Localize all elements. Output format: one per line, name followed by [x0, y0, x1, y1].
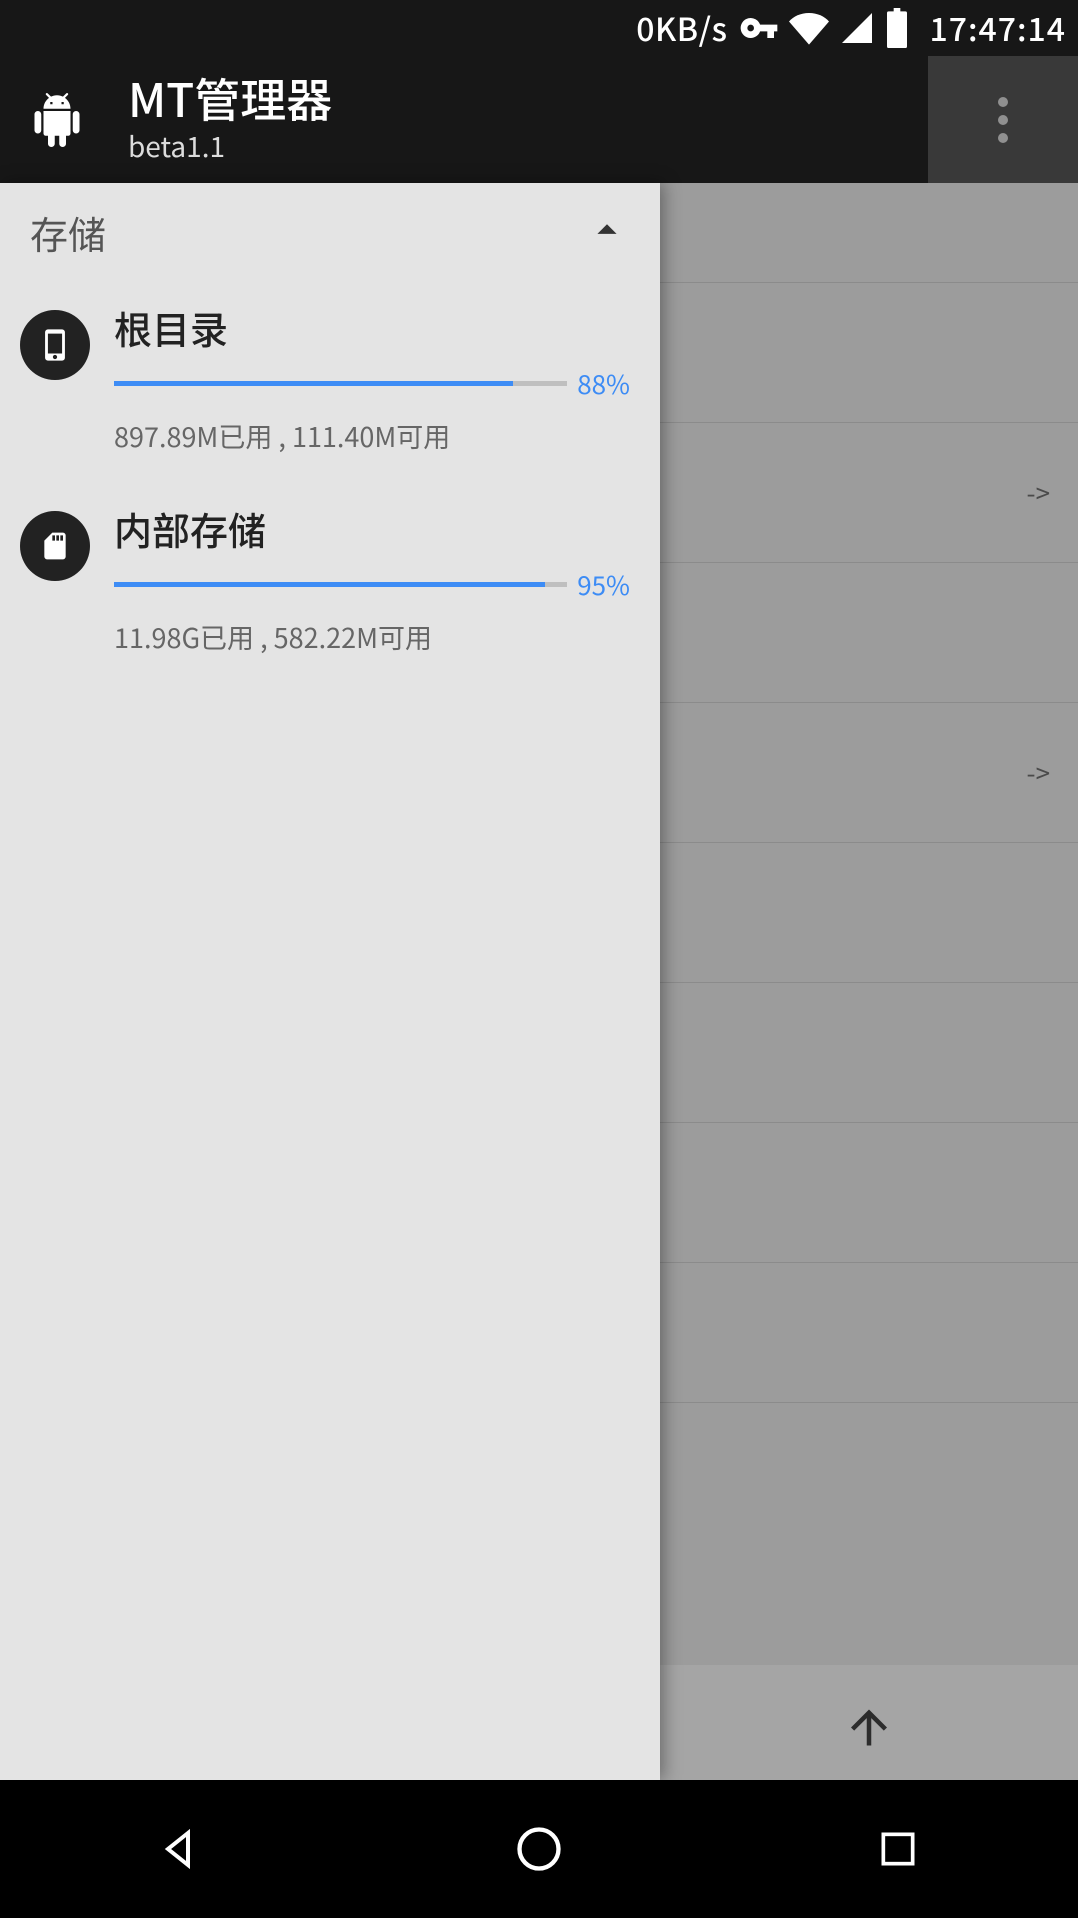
- overflow-menu-button[interactable]: [928, 56, 1078, 183]
- clock: 17:47:14: [929, 5, 1066, 51]
- recent-apps-button[interactable]: [808, 1780, 988, 1918]
- app-subtitle: beta1.1: [128, 126, 1010, 166]
- android-icon: [30, 93, 84, 147]
- wifi-icon: [789, 8, 829, 48]
- storage-percent: 95%: [577, 566, 630, 603]
- list-row: ->: [660, 703, 1078, 843]
- list-row: [660, 563, 1078, 703]
- storage-detail: 11.98G已用 , 582.22M可用: [114, 617, 630, 656]
- list-row: [660, 983, 1078, 1123]
- list-row: [660, 1263, 1078, 1403]
- status-icons: [739, 8, 909, 48]
- list-row: [660, 183, 1078, 283]
- home-button[interactable]: [449, 1780, 629, 1918]
- symlink-arrow: ->: [1027, 754, 1050, 791]
- square-icon: [876, 1827, 920, 1871]
- storage-section-label: 存储: [30, 205, 106, 260]
- storage-name: 根目录: [114, 300, 630, 355]
- storage-percent: 88%: [577, 365, 630, 402]
- cell-signal-icon: [839, 10, 875, 46]
- app-bar: MT管理器 beta1.1: [0, 56, 1078, 183]
- symlink-arrow: ->: [1027, 474, 1050, 511]
- storage-item-root[interactable]: 根目录 88% 897.89M已用 , 111.40M可用: [0, 282, 660, 483]
- phone-icon: [20, 310, 90, 380]
- scroll-up-button[interactable]: [660, 1665, 1078, 1780]
- vpn-key-icon: [739, 8, 779, 48]
- network-speed: 0KB/s: [636, 5, 727, 51]
- storage-name: 内部存储: [114, 501, 630, 556]
- app-title: MT管理器: [128, 73, 1010, 124]
- list-row: [660, 283, 1078, 423]
- arrow-up-icon: [842, 1696, 896, 1750]
- storage-progress-bar: [114, 381, 567, 386]
- storage-item-internal[interactable]: 内部存储 95% 11.98G已用 , 582.22M可用: [0, 483, 660, 684]
- storage-progress-bar: [114, 582, 567, 587]
- app-titles: MT管理器 beta1.1: [128, 73, 1010, 166]
- status-bar: 0KB/s 17:47:14: [0, 0, 1078, 56]
- storage-detail: 897.89M已用 , 111.40M可用: [114, 416, 630, 455]
- storage-section-header[interactable]: 存储: [0, 183, 660, 282]
- dimmed-file-list: -> ->: [660, 183, 1078, 1780]
- list-row: [660, 1123, 1078, 1263]
- chevron-up-icon: [584, 207, 630, 258]
- back-button[interactable]: [90, 1780, 270, 1918]
- home-icon: [513, 1823, 565, 1875]
- list-row: ->: [660, 423, 1078, 563]
- battery-icon: [885, 8, 909, 48]
- sd-card-icon: [20, 511, 90, 581]
- more-vert-icon: [998, 97, 1008, 143]
- navigation-drawer: 存储 根目录 88% 897.89M已用 , 111.40M可用: [0, 183, 660, 1780]
- list-row: [660, 843, 1078, 983]
- system-nav-bar: [0, 1780, 1078, 1918]
- back-icon: [156, 1825, 204, 1873]
